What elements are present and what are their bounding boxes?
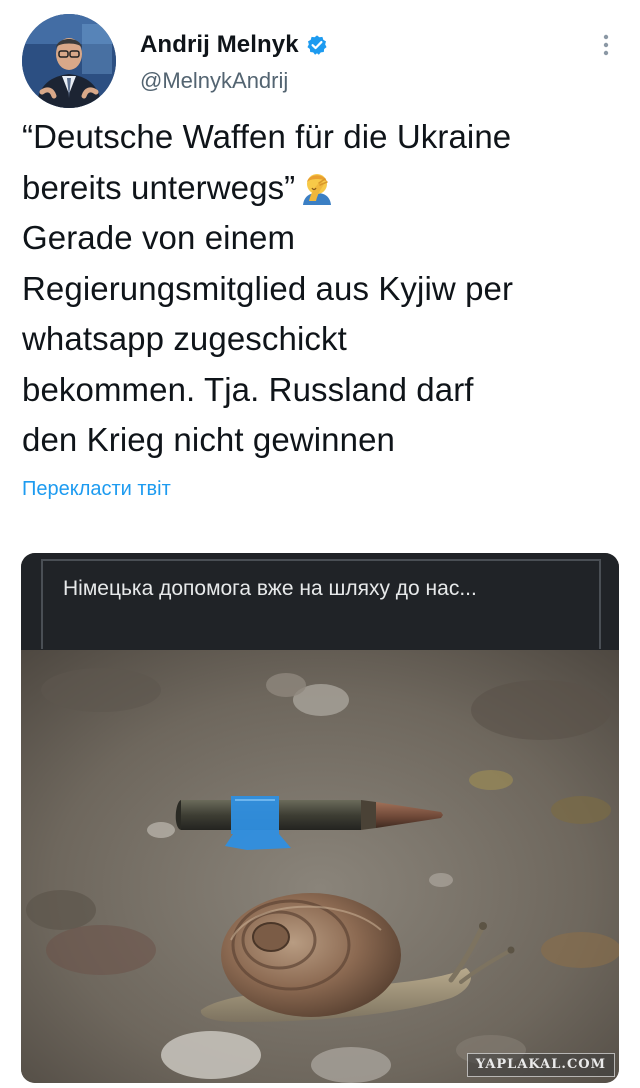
avatar-photo [22, 14, 116, 108]
tweet-text-line: den Krieg nicht gewinnen [22, 421, 395, 458]
tweet-text-line: bereits unterwegs” [22, 163, 626, 214]
tweet-text-segment: bereits unterwegs” [22, 168, 296, 206]
more-vertical-icon[interactable] [598, 32, 614, 60]
translate-tweet-link[interactable]: Перекласти твіт [22, 478, 171, 501]
author-handle[interactable]: @MelnykAndrij [140, 68, 288, 94]
tweet-media[interactable]: Німецька допомога вже на шляху до нас... [21, 553, 619, 1083]
tweet-header: Andrij Melnyk @MelnykAndrij [22, 14, 618, 110]
tweet-text-line: Regierungsmitglied aus Kyjiw per [22, 269, 514, 307]
author-display-name[interactable]: Andrij Melnyk [140, 31, 299, 59]
media-caption: Німецька допомога вже на шляху до нас... [63, 577, 477, 600]
tweet-text-line: “Deutsche Waffen für die Ukraine [22, 118, 512, 155]
watermark: YAPLAKAL.COM [466, 1053, 615, 1077]
author-name-row: Andrij Melnyk [140, 30, 328, 60]
tweet-text: “Deutsche Waffen für die Ukraine bereits… [22, 112, 626, 466]
avatar[interactable] [22, 14, 116, 108]
tweet-text-line: Gerade von einem [22, 219, 296, 256]
caption-frame: Німецька допомога вже на шляху до нас... [41, 559, 601, 649]
verified-badge-icon [306, 34, 328, 56]
face-palm-emoji [301, 169, 333, 205]
snail-photo [21, 650, 619, 1083]
tweet-text-line: bekommen. Tja. Russland darf [22, 370, 474, 408]
media-caption-bar: Німецька допомога вже на шляху до нас... [21, 553, 619, 650]
tweet-text-line: whatsapp zugeschickt [22, 320, 347, 357]
